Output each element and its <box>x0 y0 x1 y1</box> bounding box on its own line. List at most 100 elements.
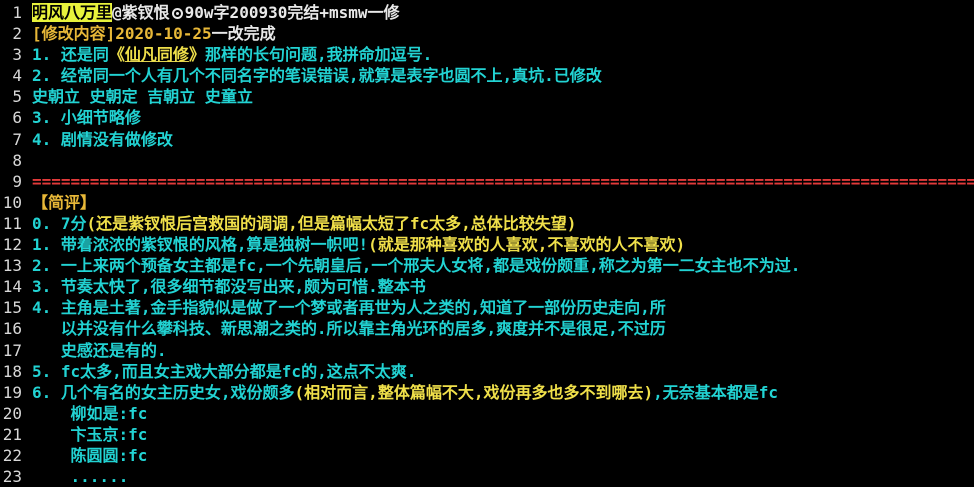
line-number: 22 <box>2 445 22 465</box>
line-number: 7 <box>12 129 22 149</box>
line-number: 2 <box>12 24 22 44</box>
editor-line[interactable]: 22 陈圆圆:fc <box>0 445 974 466</box>
text-segment: 0. 7分 <box>32 213 87 233</box>
editor-line[interactable]: 20 柳如是:fc <box>0 403 974 424</box>
circle-icon <box>171 8 183 19</box>
line-content[interactable]: [修改内容]2020-10-25一改完成 <box>32 23 974 44</box>
line-content[interactable]: 3. 小细节略修 <box>32 107 974 128</box>
line-number: 10 <box>2 192 22 212</box>
line-content[interactable]: 以并没有什么攀科技、新思潮之类的.所以靠主角光环的居多,爽度并不是很足,不过历 <box>32 318 974 339</box>
text-segment: 柳如是:fc <box>32 403 148 423</box>
text-segment: @紫钗恨 <box>112 3 170 22</box>
editor-line[interactable]: 19 6. 几个有名的女主历史女,戏份颇多(相对而言,整体篇幅不大,戏份再多也多不… <box>0 382 974 403</box>
line-content[interactable]: ========================================… <box>32 171 974 192</box>
line-content[interactable] <box>32 150 974 171</box>
text-segment: 仙凡同修 <box>124 45 189 65</box>
line-number: 5 <box>12 87 22 107</box>
line-content[interactable]: 史朝立 史朝定 吉朝立 史童立 <box>32 86 974 107</box>
text-segment: 3. 节奏太快了,很多细节都没写出来,颇为可惜.整本书 <box>32 277 426 297</box>
editor-line[interactable]: 13 2. 一上来两个预备女主都是fc,一个先朝皇后,一个邢夫人女将,都是戏份颇重… <box>0 255 974 276</box>
line-number: 20 <box>2 403 22 423</box>
text-segment: [修改内容] <box>32 24 116 44</box>
editor-line[interactable]: 16 以并没有什么攀科技、新思潮之类的.所以靠主角光环的居多,爽度并不是很足,不… <box>0 318 974 339</box>
editor-line[interactable]: 14 3. 节奏太快了,很多细节都没写出来,颇为可惜.整本书 <box>0 276 974 297</box>
line-number: 12 <box>2 235 22 255</box>
line-content[interactable]: 4. 主角是土著,金手指貌似是做了一个梦或者再世为人之类的,知道了一部份历史走向… <box>32 297 974 318</box>
editor-line[interactable]: 10 【简评】 <box>0 192 974 213</box>
text-segment: (就是那种喜欢的人喜欢,不喜欢的人不喜欢) <box>368 235 686 255</box>
editor-line[interactable]: 3 1. 还是同《仙凡同修》那样的长句问题,我拼命加逗号. <box>0 44 974 65</box>
text-segment: 6. 几个有名的女主历史女,戏份颇多 <box>32 382 295 402</box>
editor-line[interactable]: 17 史感还是有的. <box>0 340 974 361</box>
text-segment: 陈圆圆:fc <box>32 445 148 465</box>
line-number: 6 <box>12 108 22 128</box>
line-content[interactable]: 卞玉京:fc <box>32 424 974 445</box>
line-content[interactable]: 3. 节奏太快了,很多细节都没写出来,颇为可惜.整本书 <box>32 276 974 297</box>
line-number: 9 <box>12 171 22 191</box>
editor-line[interactable]: 5 史朝立 史朝定 吉朝立 史童立 <box>0 86 974 107</box>
text-segment: 那样的长句问题,我拼命加逗号. <box>204 45 433 65</box>
line-number: 1 <box>12 3 22 22</box>
text-segment: 90w字200930完结+msmw一修 <box>184 3 400 22</box>
line-content[interactable]: 2. 经常同一个人有几个不同名字的笔误错误,就算是表字也圆不上,真坑.已修改 <box>32 65 974 86</box>
line-content[interactable]: 2. 一上来两个预备女主都是fc,一个先朝皇后,一个邢夫人女将,都是戏份颇重,称… <box>32 255 974 276</box>
text-segment: (相对而言,整体篇幅不大,戏份再多也多不到哪去) <box>294 382 654 402</box>
line-number: 16 <box>2 319 22 339</box>
text-editor[interactable]: 1 明风八万里@紫钗恨 90w字200930完结+msmw一修 2 [修改内容]2020… <box>0 0 974 487</box>
line-content[interactable]: 【简评】 <box>32 192 974 213</box>
text-segment: 明风八万里 <box>32 3 113 22</box>
editor-line[interactable]: 12 1. 带着浓浓的紫钗恨的风格,算是独树一帜吧!(就是那种喜欢的人喜欢,不喜欢… <box>0 234 974 255</box>
editor-line[interactable]: 6 3. 小细节略修 <box>0 107 974 128</box>
editor-line[interactable]: 1 明风八万里@紫钗恨 90w字200930完结+msmw一修 <box>0 2 974 23</box>
text-segment: 2. 经常同一个人有几个不同名字的笔误错误,就算是表字也圆不上,真坑.已修改 <box>32 66 602 86</box>
line-number: 3 <box>12 45 22 65</box>
editor-line[interactable]: 4 2. 经常同一个人有几个不同名字的笔误错误,就算是表字也圆不上,真坑.已修改 <box>0 65 974 86</box>
editor-line[interactable]: 21 卞玉京:fc <box>0 424 974 445</box>
line-content[interactable]: 1. 带着浓浓的紫钗恨的风格,算是独树一帜吧!(就是那种喜欢的人喜欢,不喜欢的人… <box>32 234 974 255</box>
text-segment: 4. 主角是土著,金手指貌似是做了一个梦或者再世为人之类的,知道了一部份历史走向… <box>32 298 666 318</box>
line-number: 15 <box>2 298 22 318</box>
editor-line[interactable]: 8 <box>0 150 974 171</box>
line-content[interactable]: 1. 还是同《仙凡同修》那样的长句问题,我拼命加逗号. <box>32 44 974 65</box>
line-number: 14 <box>2 277 22 297</box>
line-number: 8 <box>12 150 22 170</box>
text-segment: ========================================… <box>32 171 974 191</box>
editor-line[interactable]: 2 [修改内容]2020-10-25一改完成 <box>0 23 974 44</box>
text-segment: 5. fc太多,而且女主戏大部分都是fc的,这点不太爽. <box>32 361 417 381</box>
line-content[interactable]: 5. fc太多,而且女主戏大部分都是fc的,这点不太爽. <box>32 361 974 382</box>
line-content[interactable]: 明风八万里@紫钗恨 90w字200930完结+msmw一修 <box>32 2 974 23</box>
text-segment: ,无奈基本都是fc <box>653 382 778 402</box>
text-segment: 2020-10-25 <box>115 24 212 44</box>
line-content[interactable]: 史感还是有的. <box>32 340 974 361</box>
line-content[interactable]: 柳如是:fc <box>32 403 974 424</box>
text-segment: 1. 还是同 <box>32 45 109 65</box>
editor-line[interactable]: 7 4. 剧情没有做修改 <box>0 129 974 150</box>
text-segment: 3. 小细节略修 <box>32 108 141 128</box>
text-segment: 1. 带着浓浓的紫钗恨的风格,算是独树一帜吧! <box>32 235 369 255</box>
editor-line[interactable]: 23 ...... <box>0 466 974 487</box>
text-segment: 》 <box>188 45 205 65</box>
line-number: 11 <box>2 213 22 233</box>
text-segment: 史感还是有的. <box>32 340 167 360</box>
text-segment: 2. 一上来两个预备女主都是fc,一个先朝皇后,一个邢夫人女将,都是戏份颇重,称… <box>32 256 801 276</box>
line-number: 17 <box>2 340 22 360</box>
line-content[interactable]: 6. 几个有名的女主历史女,戏份颇多(相对而言,整体篇幅不大,戏份再多也多不到哪… <box>32 382 974 403</box>
line-number: 13 <box>2 256 22 276</box>
line-content[interactable]: 4. 剧情没有做修改 <box>32 129 974 150</box>
text-segment: 4. 剧情没有做修改 <box>32 129 173 149</box>
text-segment: 【简评】 <box>32 192 97 212</box>
line-number: 21 <box>2 424 22 444</box>
line-content[interactable]: ...... <box>32 466 974 487</box>
editor-line[interactable]: 11 0. 7分(还是紫钗恨后宫救国的调调,但是篇幅太短了fc太多,总体比较失望) <box>0 213 974 234</box>
editor-line[interactable]: 18 5. fc太多,而且女主戏大部分都是fc的,这点不太爽. <box>0 361 974 382</box>
text-segment: (还是紫钗恨后宫救国的调调,但是篇幅太短了fc太多,总体比较失望) <box>86 213 577 233</box>
line-number: 19 <box>2 382 22 402</box>
text-segment: 《 <box>108 45 125 65</box>
text-segment: ...... <box>32 467 129 487</box>
text-segment: 卞玉京:fc <box>32 424 148 444</box>
editor-line[interactable]: 15 4. 主角是土著,金手指貌似是做了一个梦或者再世为人之类的,知道了一部份历史… <box>0 297 974 318</box>
text-segment: 一改完成 <box>211 24 276 44</box>
line-content[interactable]: 0. 7分(还是紫钗恨后宫救国的调调,但是篇幅太短了fc太多,总体比较失望) <box>32 213 974 234</box>
editor-line[interactable]: 9 =======================================… <box>0 171 974 192</box>
line-content[interactable]: 陈圆圆:fc <box>32 445 974 466</box>
